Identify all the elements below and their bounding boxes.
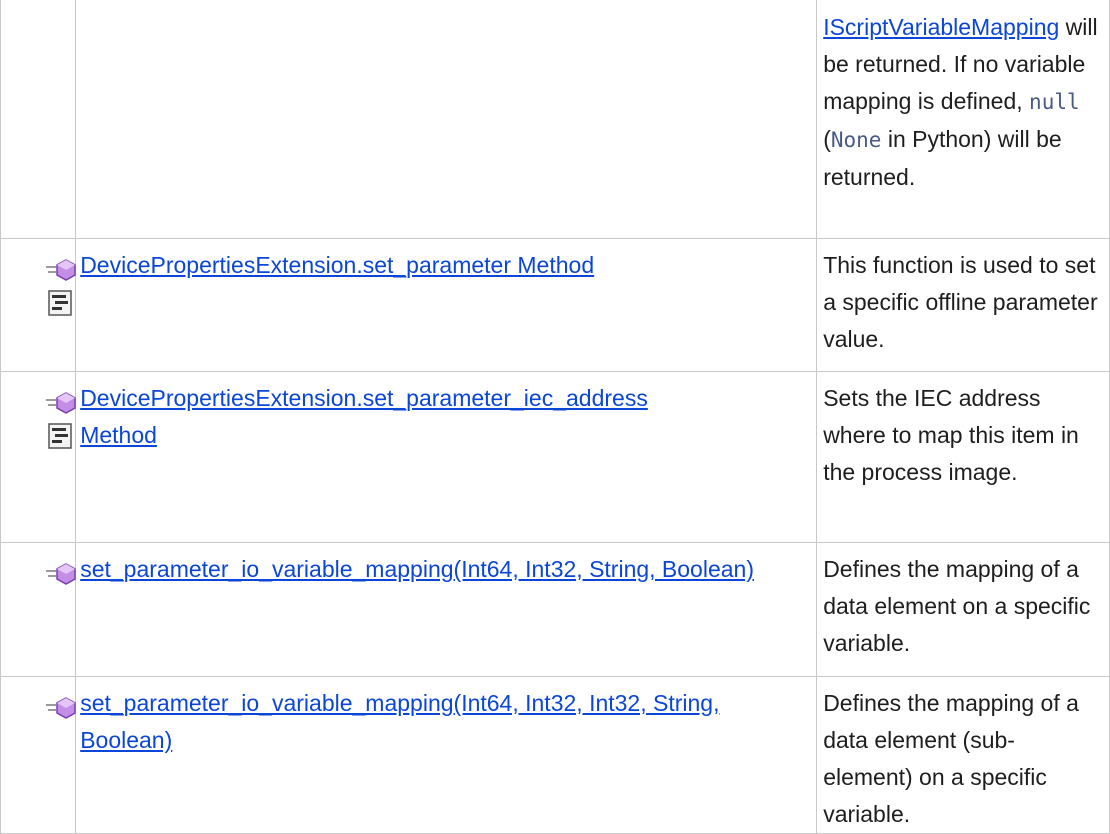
description-fragment: ( xyxy=(823,126,831,152)
table-row: set_parameter_io_variable_mapping(Int64,… xyxy=(0,542,1110,677)
set-parameter-io-variable-mapping-link[interactable]: set_parameter_io_variable_mapping(Int64,… xyxy=(80,556,754,582)
set-parameter-iec-address-method-link[interactable]: DevicePropertiesExtension.set_parameter_… xyxy=(80,385,648,448)
set-parameter-method-link[interactable]: DevicePropertiesExtension.set_parameter … xyxy=(80,252,594,278)
none-code: None xyxy=(830,128,882,152)
method-icon xyxy=(46,563,76,585)
description-cell: Sets the IEC address where to map this i… xyxy=(816,371,1110,543)
iscriptvariablemapping-link[interactable]: IScriptVariableMapping xyxy=(823,14,1059,40)
name-cell: DevicePropertiesExtension.set_parameter … xyxy=(75,238,818,372)
description-cell: IScriptVariableMapping will be returned.… xyxy=(816,0,1110,239)
icon-cell xyxy=(0,0,77,239)
icon-cell xyxy=(0,676,77,834)
name-cell xyxy=(75,0,818,239)
null-code: null xyxy=(1029,90,1080,114)
description-cell: This function is used to set a specific … xyxy=(816,238,1110,372)
icon-cell xyxy=(0,238,77,372)
table-row: set_parameter_io_variable_mapping(Int64,… xyxy=(0,676,1110,834)
set-parameter-io-variable-mapping-sub-element-link[interactable]: set_parameter_io_variable_mapping(Int64,… xyxy=(80,690,719,753)
table-row: IScriptVariableMapping will be returned.… xyxy=(0,0,1110,239)
method-icon xyxy=(46,697,76,719)
method-icon xyxy=(46,259,76,281)
method-icon xyxy=(46,392,76,414)
name-cell: DevicePropertiesExtension.set_parameter_… xyxy=(75,371,818,543)
description-text: Defines the mapping of a data element on… xyxy=(823,556,1091,656)
table-row: DevicePropertiesExtension.set_parameter_… xyxy=(0,371,1110,543)
icon-cell xyxy=(0,371,77,543)
description-text: Sets the IEC address where to map this i… xyxy=(823,385,1079,485)
name-cell: set_parameter_io_variable_mapping(Int64,… xyxy=(75,676,818,834)
description-text: This function is used to set a specific … xyxy=(823,252,1098,352)
name-cell: set_parameter_io_variable_mapping(Int64,… xyxy=(75,542,818,677)
static-icon xyxy=(48,290,72,316)
members-table: IScriptVariableMapping will be returned.… xyxy=(0,0,1110,834)
table-row: DevicePropertiesExtension.set_parameter … xyxy=(0,238,1110,372)
icon-cell xyxy=(0,542,77,677)
description-text: IScriptVariableMapping will be returned.… xyxy=(817,0,1105,196)
description-text: Defines the mapping of a data element (s… xyxy=(823,690,1079,827)
description-cell: Defines the mapping of a data element (s… xyxy=(816,676,1110,834)
description-cell: Defines the mapping of a data element on… xyxy=(816,542,1110,677)
static-icon xyxy=(48,423,72,449)
